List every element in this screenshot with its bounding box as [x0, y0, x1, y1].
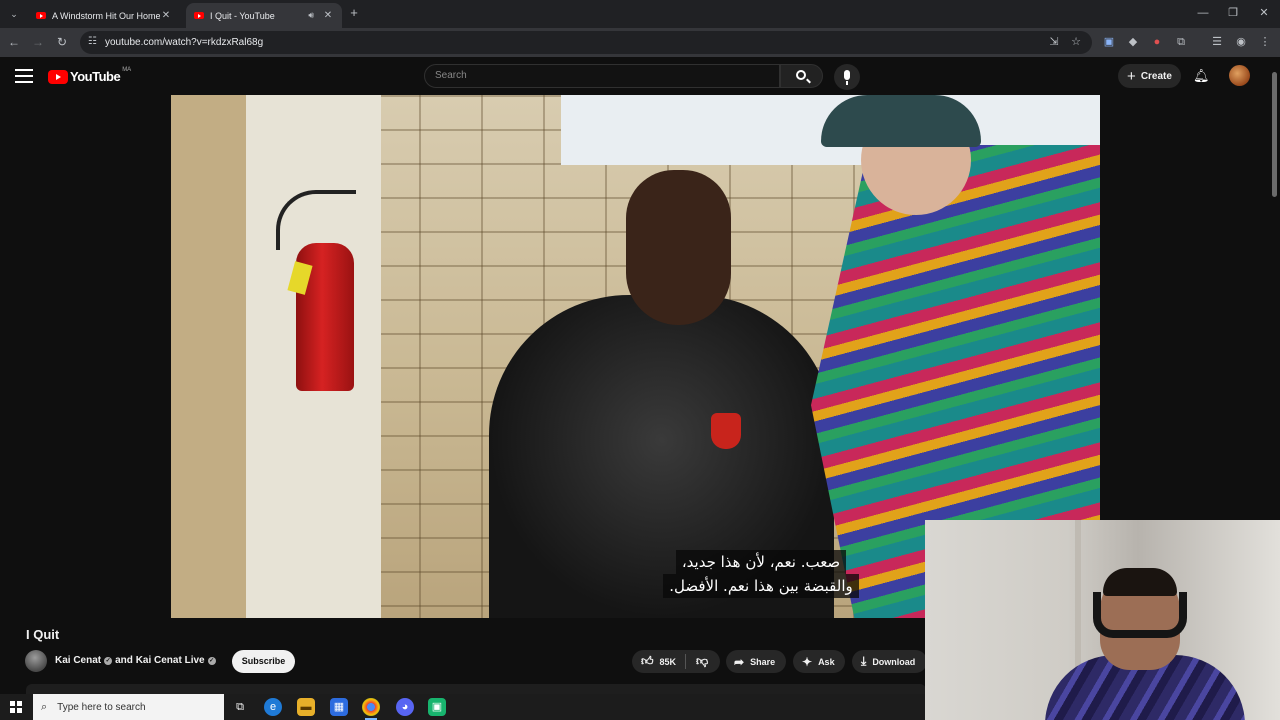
close-tab-icon[interactable]: ✕: [322, 10, 334, 21]
tab-windstorm[interactable]: A Windstorm Hit Our Homeste ✕: [28, 3, 180, 28]
download-icon: ⤓: [861, 654, 867, 668]
thumbs-down-icon[interactable]: 👎︎: [686, 654, 708, 669]
scrollbar-thumb[interactable]: [1272, 72, 1277, 197]
address-bar[interactable]: ☷ youtube.com/watch?v=rkdzxRal68g: [80, 31, 1092, 54]
search-icon: [796, 70, 806, 80]
voice-search-button[interactable]: [834, 64, 860, 90]
translate-extension-icon[interactable]: ▣: [1101, 34, 1117, 50]
audio-playing-icon[interactable]: 🔊︎: [308, 10, 314, 21]
url-text: youtube.com/watch?v=rkdzxRal68g: [105, 37, 264, 48]
hamburger-menu-icon[interactable]: [15, 69, 33, 83]
reload-icon[interactable]: ↻: [53, 33, 71, 51]
windows-taskbar: ⌕ Type here to search ⧉ e ▬ ▦ ◕ ▣: [0, 694, 925, 720]
search-input[interactable]: Search: [424, 64, 780, 88]
windows-start-icon[interactable]: [10, 701, 22, 713]
file-explorer-icon[interactable]: ▬: [297, 698, 315, 716]
description-box[interactable]: [26, 684, 926, 694]
country-code: MA: [122, 66, 132, 73]
user-avatar[interactable]: [1229, 65, 1250, 86]
webcam-overlay: [925, 520, 1280, 720]
search-icon: ⌕: [41, 700, 48, 713]
extension-red-icon[interactable]: ●: [1149, 34, 1165, 50]
like-button[interactable]: 👍︎ 85K: [632, 654, 686, 669]
subscribe-button[interactable]: Subscribe: [232, 650, 295, 673]
close-tab-icon[interactable]: ✕: [160, 10, 172, 21]
plus-icon: +: [1127, 67, 1136, 85]
tab-i-quit[interactable]: I Quit - YouTube 🔊︎ ✕: [186, 3, 342, 28]
video-title: I Quit: [26, 627, 60, 642]
caption-line-2: والقبضة بين هذا نعم. الأفضل.: [663, 574, 859, 598]
search-button[interactable]: [780, 64, 823, 88]
extension-diamond-icon[interactable]: ◆: [1125, 34, 1141, 50]
task-view-icon[interactable]: ⧉: [231, 698, 249, 716]
discord-icon[interactable]: ◕: [396, 698, 414, 716]
youtube-favicon-icon: [194, 12, 204, 19]
share-button[interactable]: ➦ Share: [726, 650, 786, 673]
install-app-icon[interactable]: ⇲: [1046, 34, 1062, 50]
youtube-favicon-icon: [36, 12, 46, 19]
ask-button[interactable]: ✦ Ask: [793, 650, 845, 673]
verified-icon: ✓: [104, 656, 113, 665]
store-icon[interactable]: ▦: [330, 698, 348, 716]
taskbar-search-input[interactable]: ⌕ Type here to search: [33, 694, 224, 720]
search-placeholder: Search: [435, 70, 467, 81]
reading-list-icon[interactable]: ☰: [1209, 34, 1225, 50]
site-info-icon[interactable]: ☷: [88, 36, 97, 47]
edge-browser-icon[interactable]: e: [264, 698, 282, 716]
video-captions: صعب. نعم، لأن هذا جديد، والقبضة بين هذا …: [641, 550, 881, 598]
page-scrollbar[interactable]: [1270, 60, 1278, 520]
tab-title: A Windstorm Hit Our Homeste: [52, 10, 160, 21]
sparkle-icon: ✦: [802, 654, 813, 669]
youtube-wordmark: YouTube: [70, 69, 121, 84]
youtube-header: YouTube MA Search + Create 🔔︎: [0, 57, 1280, 95]
caption-line-1: صعب. نعم، لأن هذا جديد،: [675, 550, 847, 574]
youtube-play-icon: [48, 69, 68, 84]
browser-menu-icon[interactable]: ⋮: [1257, 34, 1273, 50]
youtube-logo[interactable]: YouTube MA: [48, 66, 132, 84]
channel-name[interactable]: Kai Cenat: [55, 655, 101, 666]
browser-toolbar: ← → ↻ ☷ youtube.com/watch?v=rkdzxRal68g …: [0, 28, 1280, 57]
download-label: Download: [872, 656, 916, 667]
microphone-icon: [844, 70, 850, 80]
tab-search-icon[interactable]: ⌄: [4, 4, 24, 24]
ask-label: Ask: [818, 656, 835, 667]
share-arrow-icon: ➦: [734, 654, 745, 669]
profile-icon[interactable]: ◉: [1233, 34, 1249, 50]
channel-name-2[interactable]: Kai Cenat Live: [136, 655, 205, 666]
download-button[interactable]: ⤓ Download: [852, 650, 927, 673]
channel-names[interactable]: Kai Cenat ✓ and Kai Cenat Live ✓: [55, 655, 219, 666]
chrome-icon[interactable]: [362, 698, 380, 720]
new-tab-icon[interactable]: +: [346, 5, 362, 21]
like-count: 85K: [659, 656, 677, 667]
browser-tab-strip: ⌄ A Windstorm Hit Our Homeste ✕ I Quit -…: [0, 0, 1280, 28]
restore-icon[interactable]: ❐: [1218, 4, 1248, 22]
minimize-icon[interactable]: —: [1188, 4, 1218, 22]
create-label: Create: [1140, 70, 1172, 82]
tab-title: I Quit - YouTube: [210, 10, 275, 21]
channel-avatar[interactable]: [25, 650, 47, 672]
back-icon[interactable]: ←: [5, 33, 23, 51]
thumbs-up-icon: 👍︎: [641, 654, 654, 668]
forward-icon[interactable]: →: [29, 33, 47, 51]
extensions-puzzle-icon[interactable]: ⧉: [1173, 34, 1189, 50]
like-dislike-group: 👍︎ 85K 👎︎: [632, 650, 720, 673]
channel-joiner: and: [115, 655, 133, 666]
notifications-bell-icon[interactable]: 🔔︎: [1193, 68, 1210, 84]
create-button[interactable]: + Create: [1118, 64, 1181, 88]
bookmark-star-icon[interactable]: ☆: [1068, 34, 1084, 50]
share-label: Share: [750, 656, 776, 667]
verified-icon: ✓: [207, 656, 216, 665]
streaming-app-icon[interactable]: ▣: [428, 698, 446, 716]
window-close-icon[interactable]: ✕: [1249, 4, 1279, 22]
headset-icon: [1093, 592, 1187, 638]
taskbar-search-placeholder: Type here to search: [57, 701, 146, 713]
